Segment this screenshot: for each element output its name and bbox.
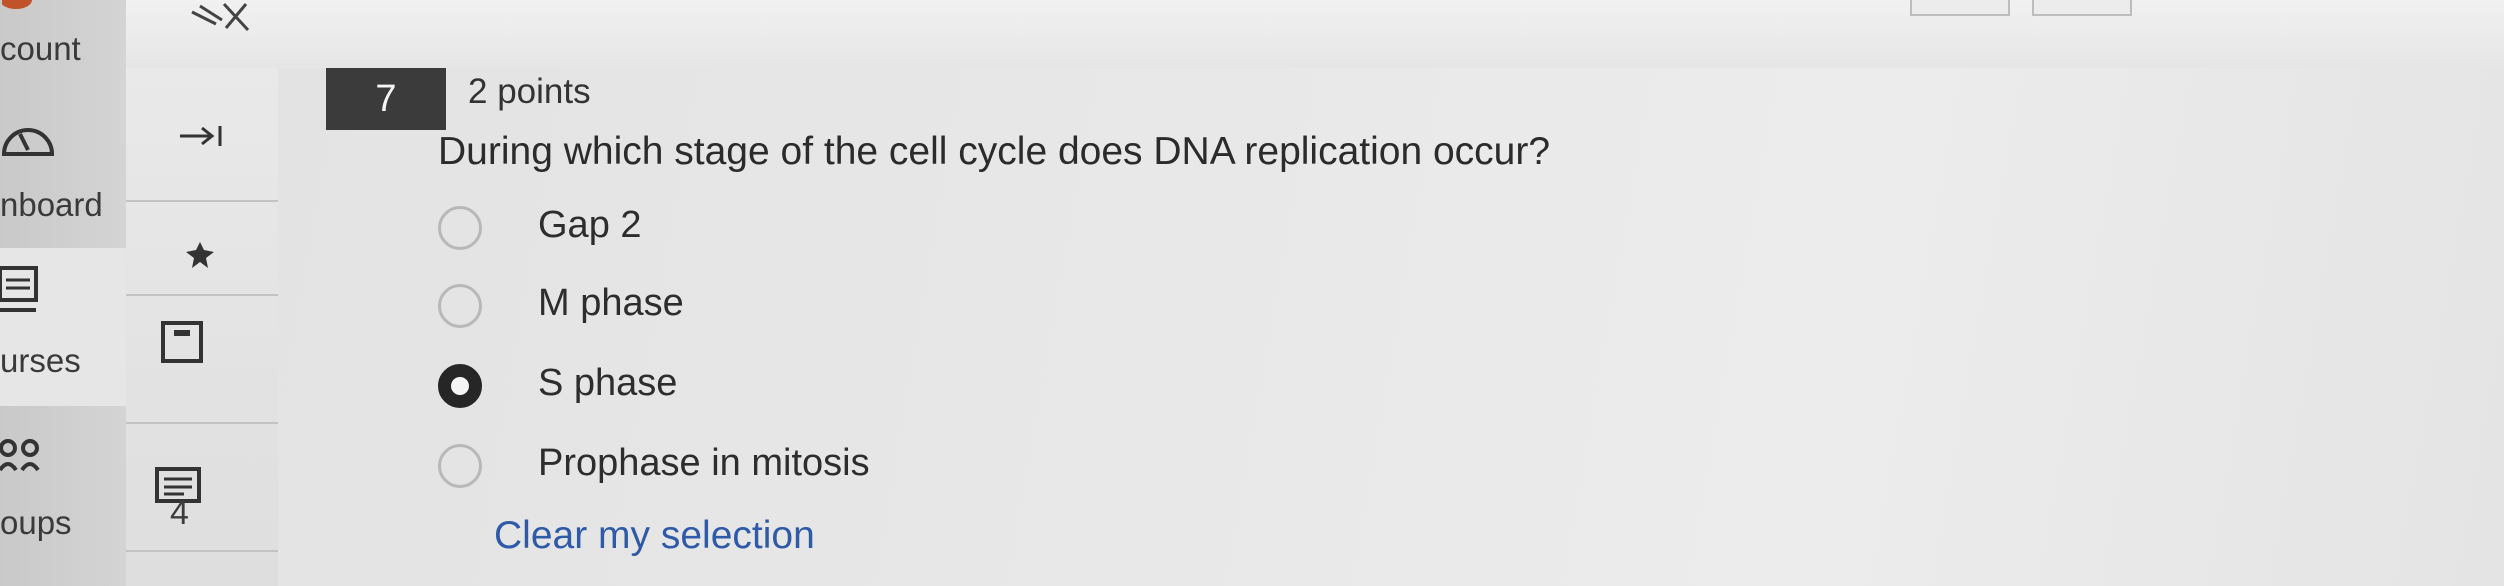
radio-button[interactable] xyxy=(438,284,482,328)
nav-label-account: count xyxy=(0,30,81,67)
top-bar xyxy=(0,0,2504,68)
top-control[interactable] xyxy=(2032,0,2132,16)
answer-label: Gap 2 xyxy=(538,204,642,246)
nav-item-groups[interactable]: oups xyxy=(0,426,126,546)
answer-option[interactable]: M phase xyxy=(436,276,1336,340)
answer-label: Prophase in mitosis xyxy=(538,442,870,484)
account-icon xyxy=(2,0,32,9)
course-navigation: 4 xyxy=(126,68,280,586)
radio-button[interactable] xyxy=(438,444,482,488)
nav-item-account[interactable]: count xyxy=(0,0,126,67)
course-nav-row xyxy=(126,200,278,296)
answer-option[interactable]: Prophase in mitosis xyxy=(436,436,1336,500)
question-number: 7 xyxy=(326,68,446,130)
nav-item-courses[interactable]: urses xyxy=(0,262,126,382)
groups-icon xyxy=(0,439,40,472)
courses-icon xyxy=(0,266,38,312)
nav-label-groups: oups xyxy=(0,504,72,541)
nav-label-courses: urses xyxy=(0,342,81,379)
nav-item-dashboard[interactable]: nboard xyxy=(0,110,126,230)
global-navigation: count nboard urses oups xyxy=(0,0,126,586)
radio-button-selected[interactable] xyxy=(438,364,482,408)
clear-selection-link[interactable]: Clear my selection xyxy=(494,514,815,558)
dashboard-icon xyxy=(1,128,55,156)
question-text: During which stage of the cell cycle doe… xyxy=(438,130,1551,173)
radio-button[interactable] xyxy=(438,206,482,250)
answer-option[interactable]: Gap 2 xyxy=(436,198,1336,262)
count-badge: 4 xyxy=(170,494,189,532)
top-control[interactable] xyxy=(1910,0,2010,16)
calculator-icon[interactable] xyxy=(160,320,206,366)
expand-arrow-icon[interactable] xyxy=(178,124,226,148)
collapse-icon[interactable] xyxy=(186,0,252,39)
answer-label: M phase xyxy=(538,282,684,324)
question-points: 2 points xyxy=(468,72,591,111)
pin-icon[interactable] xyxy=(180,240,220,270)
nav-label-dashboard: nboard xyxy=(0,186,103,223)
course-nav-row xyxy=(126,294,278,424)
course-nav-row: 4 xyxy=(126,422,278,552)
course-nav-row xyxy=(126,68,278,202)
answer-option-selected[interactable]: S phase xyxy=(436,356,1336,420)
answer-label: S phase xyxy=(538,362,678,404)
